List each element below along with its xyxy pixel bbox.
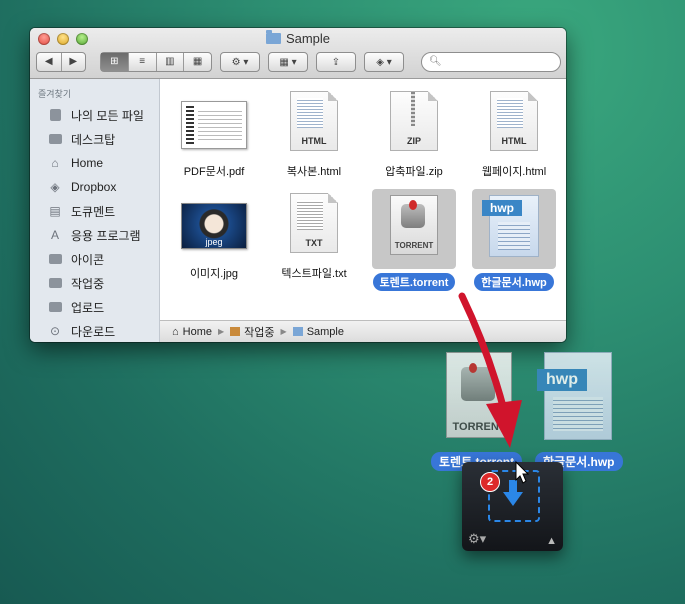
mouse-cursor-icon (515, 460, 530, 484)
drag-arrow-icon (458, 292, 530, 484)
